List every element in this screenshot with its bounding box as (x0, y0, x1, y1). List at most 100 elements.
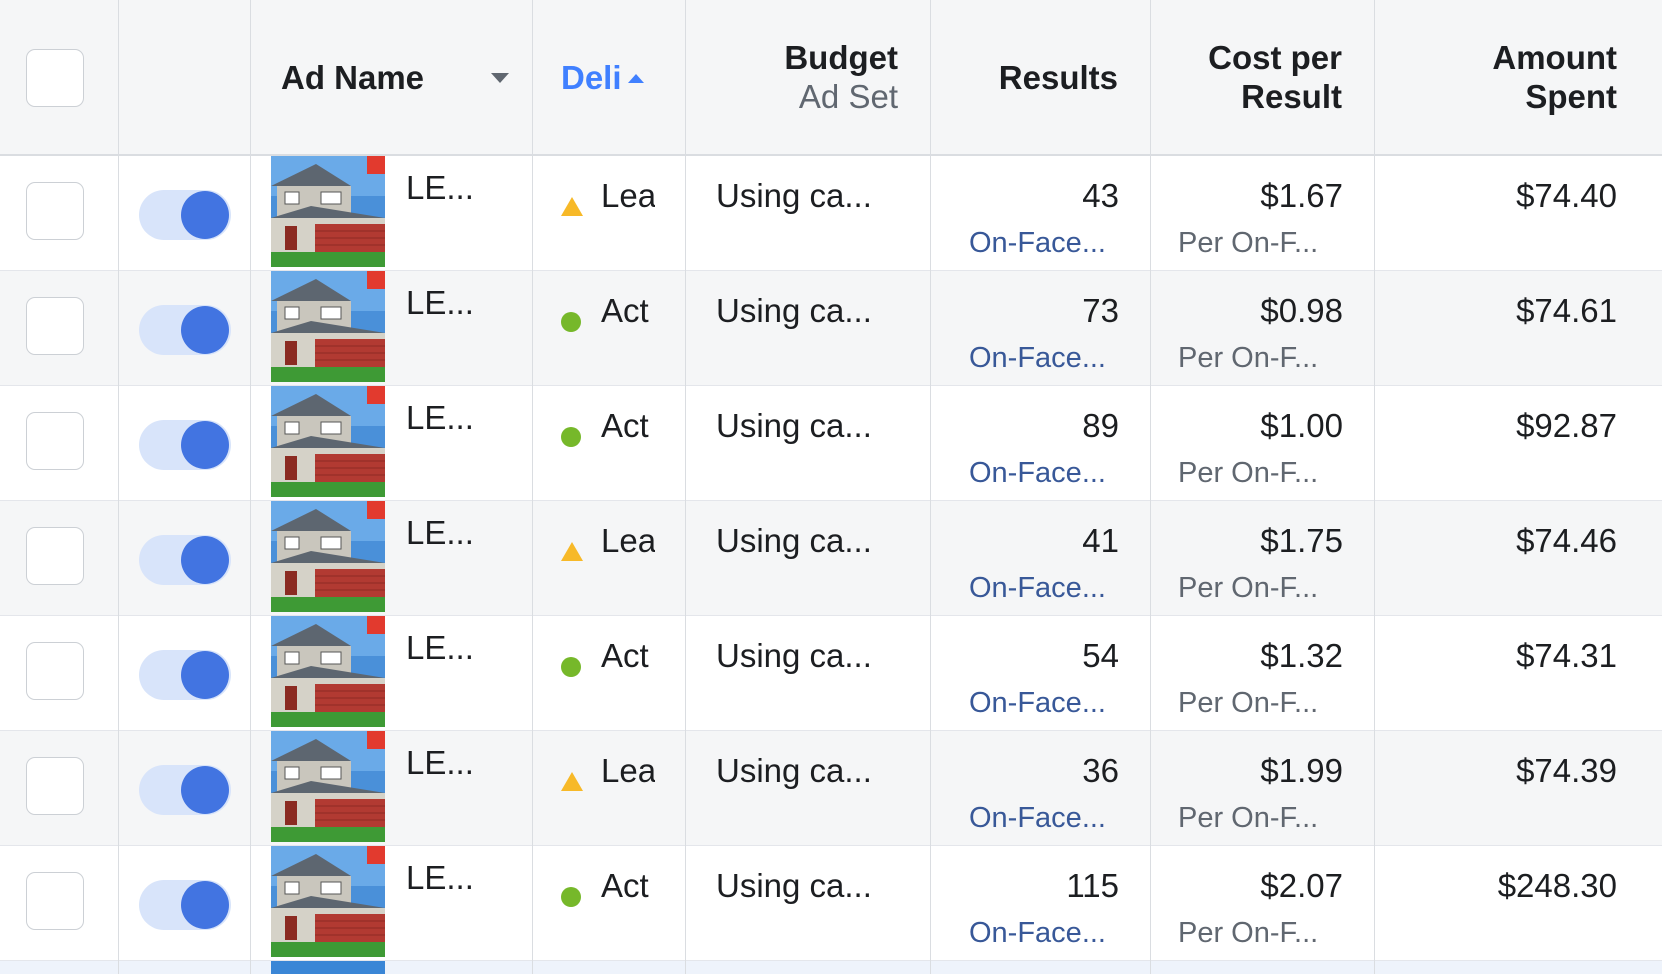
delivery-status: Act (601, 407, 649, 444)
ad-name[interactable]: LE... (406, 398, 474, 438)
ad-name[interactable]: LE... (406, 858, 474, 898)
ad-thumbnail[interactable] (271, 961, 385, 974)
ad-name-header-label: Ad Name (281, 59, 425, 96)
budget-header-label: Budget (784, 39, 898, 76)
column-header-results[interactable]: Results (931, 0, 1150, 154)
cost-per-result-sublabel: Per On-F... (1178, 227, 1319, 259)
learning-warning-icon (561, 542, 583, 561)
cost-per-result-value: $1.99 (1260, 752, 1343, 789)
ad-thumbnail[interactable] (271, 156, 385, 267)
ad-toggle-switch[interactable] (139, 765, 231, 815)
ad-toggle-switch[interactable] (139, 420, 231, 470)
delivery-status: Lea (601, 177, 655, 214)
ad-name[interactable]: LE... (406, 283, 474, 323)
toggle-knob (181, 191, 229, 239)
learning-warning-icon (561, 197, 583, 216)
ads-table: Ad Name Deli Budget Ad Set Results Cost … (0, 0, 1662, 974)
toggle-knob (181, 306, 229, 354)
column-header-delivery[interactable]: Deli (533, 0, 685, 154)
ad-name[interactable]: LE... (406, 743, 474, 783)
results-header-label: Results (998, 59, 1118, 96)
row-checkbox[interactable] (26, 297, 84, 355)
active-status-dot-icon (561, 427, 581, 447)
toggle-knob (181, 651, 229, 699)
ad-thumbnail[interactable] (271, 271, 385, 382)
ad-thumbnail[interactable] (271, 846, 385, 957)
toggle-knob (181, 881, 229, 929)
budget-value: Using ca... (716, 292, 872, 329)
amount-header-line1: Amount (1492, 39, 1617, 76)
results-type-link[interactable]: On-Face... (969, 686, 1106, 720)
row-checkbox[interactable] (26, 757, 84, 815)
row-checkbox[interactable] (26, 527, 84, 585)
column-divider (1150, 0, 1151, 974)
results-value: 89 (1082, 407, 1119, 444)
results-type-link[interactable]: On-Face... (969, 456, 1106, 490)
cost-per-result-sublabel: Per On-F... (1178, 342, 1319, 374)
results-value: 54 (1082, 637, 1119, 674)
amount-spent-value: $248.30 (1497, 867, 1617, 904)
ad-name[interactable]: LE... (406, 168, 474, 208)
budget-value: Using ca... (716, 522, 872, 559)
ad-thumbnail[interactable] (271, 616, 385, 727)
delivery-status: Act (601, 637, 649, 674)
toggle-knob (181, 536, 229, 584)
cost-per-result-value: $1.00 (1260, 407, 1343, 444)
cost-per-result-value: $1.75 (1260, 522, 1343, 559)
select-all-checkbox[interactable] (26, 49, 84, 107)
house-thumbnail-icon (271, 731, 385, 842)
house-thumbnail-icon (271, 271, 385, 382)
ad-toggle-switch[interactable] (139, 535, 231, 585)
cost-header-line2: Result (1241, 78, 1342, 115)
results-type-link[interactable]: On-Face... (969, 226, 1106, 260)
learning-warning-icon (561, 772, 583, 791)
row-checkbox[interactable] (26, 182, 84, 240)
column-header-cost-per-result[interactable]: Cost per Result (1151, 0, 1374, 154)
amount-spent-value: $74.40 (1516, 177, 1617, 214)
ad-thumbnail[interactable] (271, 731, 385, 842)
ad-toggle-switch[interactable] (139, 305, 231, 355)
ad-name[interactable]: LE... (406, 628, 474, 668)
cost-per-result-sublabel: Per On-F... (1178, 802, 1319, 834)
amount-header-line2: Spent (1525, 78, 1617, 115)
house-thumbnail-icon (271, 616, 385, 727)
sort-dropdown-icon[interactable] (491, 73, 509, 83)
cost-per-result-sublabel: Per On-F... (1178, 457, 1319, 489)
cost-per-result-sublabel: Per On-F... (1178, 572, 1319, 604)
ad-toggle-switch[interactable] (139, 650, 231, 700)
cost-per-result-value: $0.98 (1260, 292, 1343, 329)
results-value: 36 (1082, 752, 1119, 789)
ad-thumbnail[interactable] (271, 386, 385, 497)
house-thumbnail-icon (271, 501, 385, 612)
results-type-link[interactable]: On-Face... (969, 916, 1106, 950)
amount-spent-value: $74.46 (1516, 522, 1617, 559)
house-thumbnail-icon (271, 846, 385, 957)
column-header-budget[interactable]: Budget Ad Set (686, 0, 930, 154)
cost-per-result-value: $1.32 (1260, 637, 1343, 674)
results-type-link[interactable]: On-Face... (969, 801, 1106, 835)
active-status-dot-icon (561, 657, 581, 677)
ad-name[interactable]: LE... (406, 513, 474, 553)
ad-toggle-switch[interactable] (139, 190, 231, 240)
delivery-status: Lea (601, 752, 655, 789)
house-thumbnail-icon (271, 386, 385, 497)
results-value: 43 (1082, 177, 1119, 214)
ad-toggle-switch[interactable] (139, 880, 231, 930)
column-divider (930, 0, 931, 974)
delivery-status: Act (601, 867, 649, 904)
ad-thumbnail[interactable] (271, 501, 385, 612)
budget-value: Using ca... (716, 867, 872, 904)
row-checkbox[interactable] (26, 872, 84, 930)
amount-spent-value: $74.31 (1516, 637, 1617, 674)
row-checkbox[interactable] (26, 642, 84, 700)
column-divider (685, 0, 686, 974)
results-type-link[interactable]: On-Face... (969, 341, 1106, 375)
toggle-knob (181, 421, 229, 469)
row-checkbox[interactable] (26, 412, 84, 470)
cost-header-line1: Cost per (1208, 39, 1342, 76)
results-type-link[interactable]: On-Face... (969, 571, 1106, 605)
column-header-ad-name[interactable]: Ad Name (251, 0, 532, 154)
active-status-dot-icon (561, 887, 581, 907)
column-header-amount-spent[interactable]: Amount Spent (1375, 0, 1662, 154)
budget-header-sublabel: Ad Set (798, 78, 898, 115)
